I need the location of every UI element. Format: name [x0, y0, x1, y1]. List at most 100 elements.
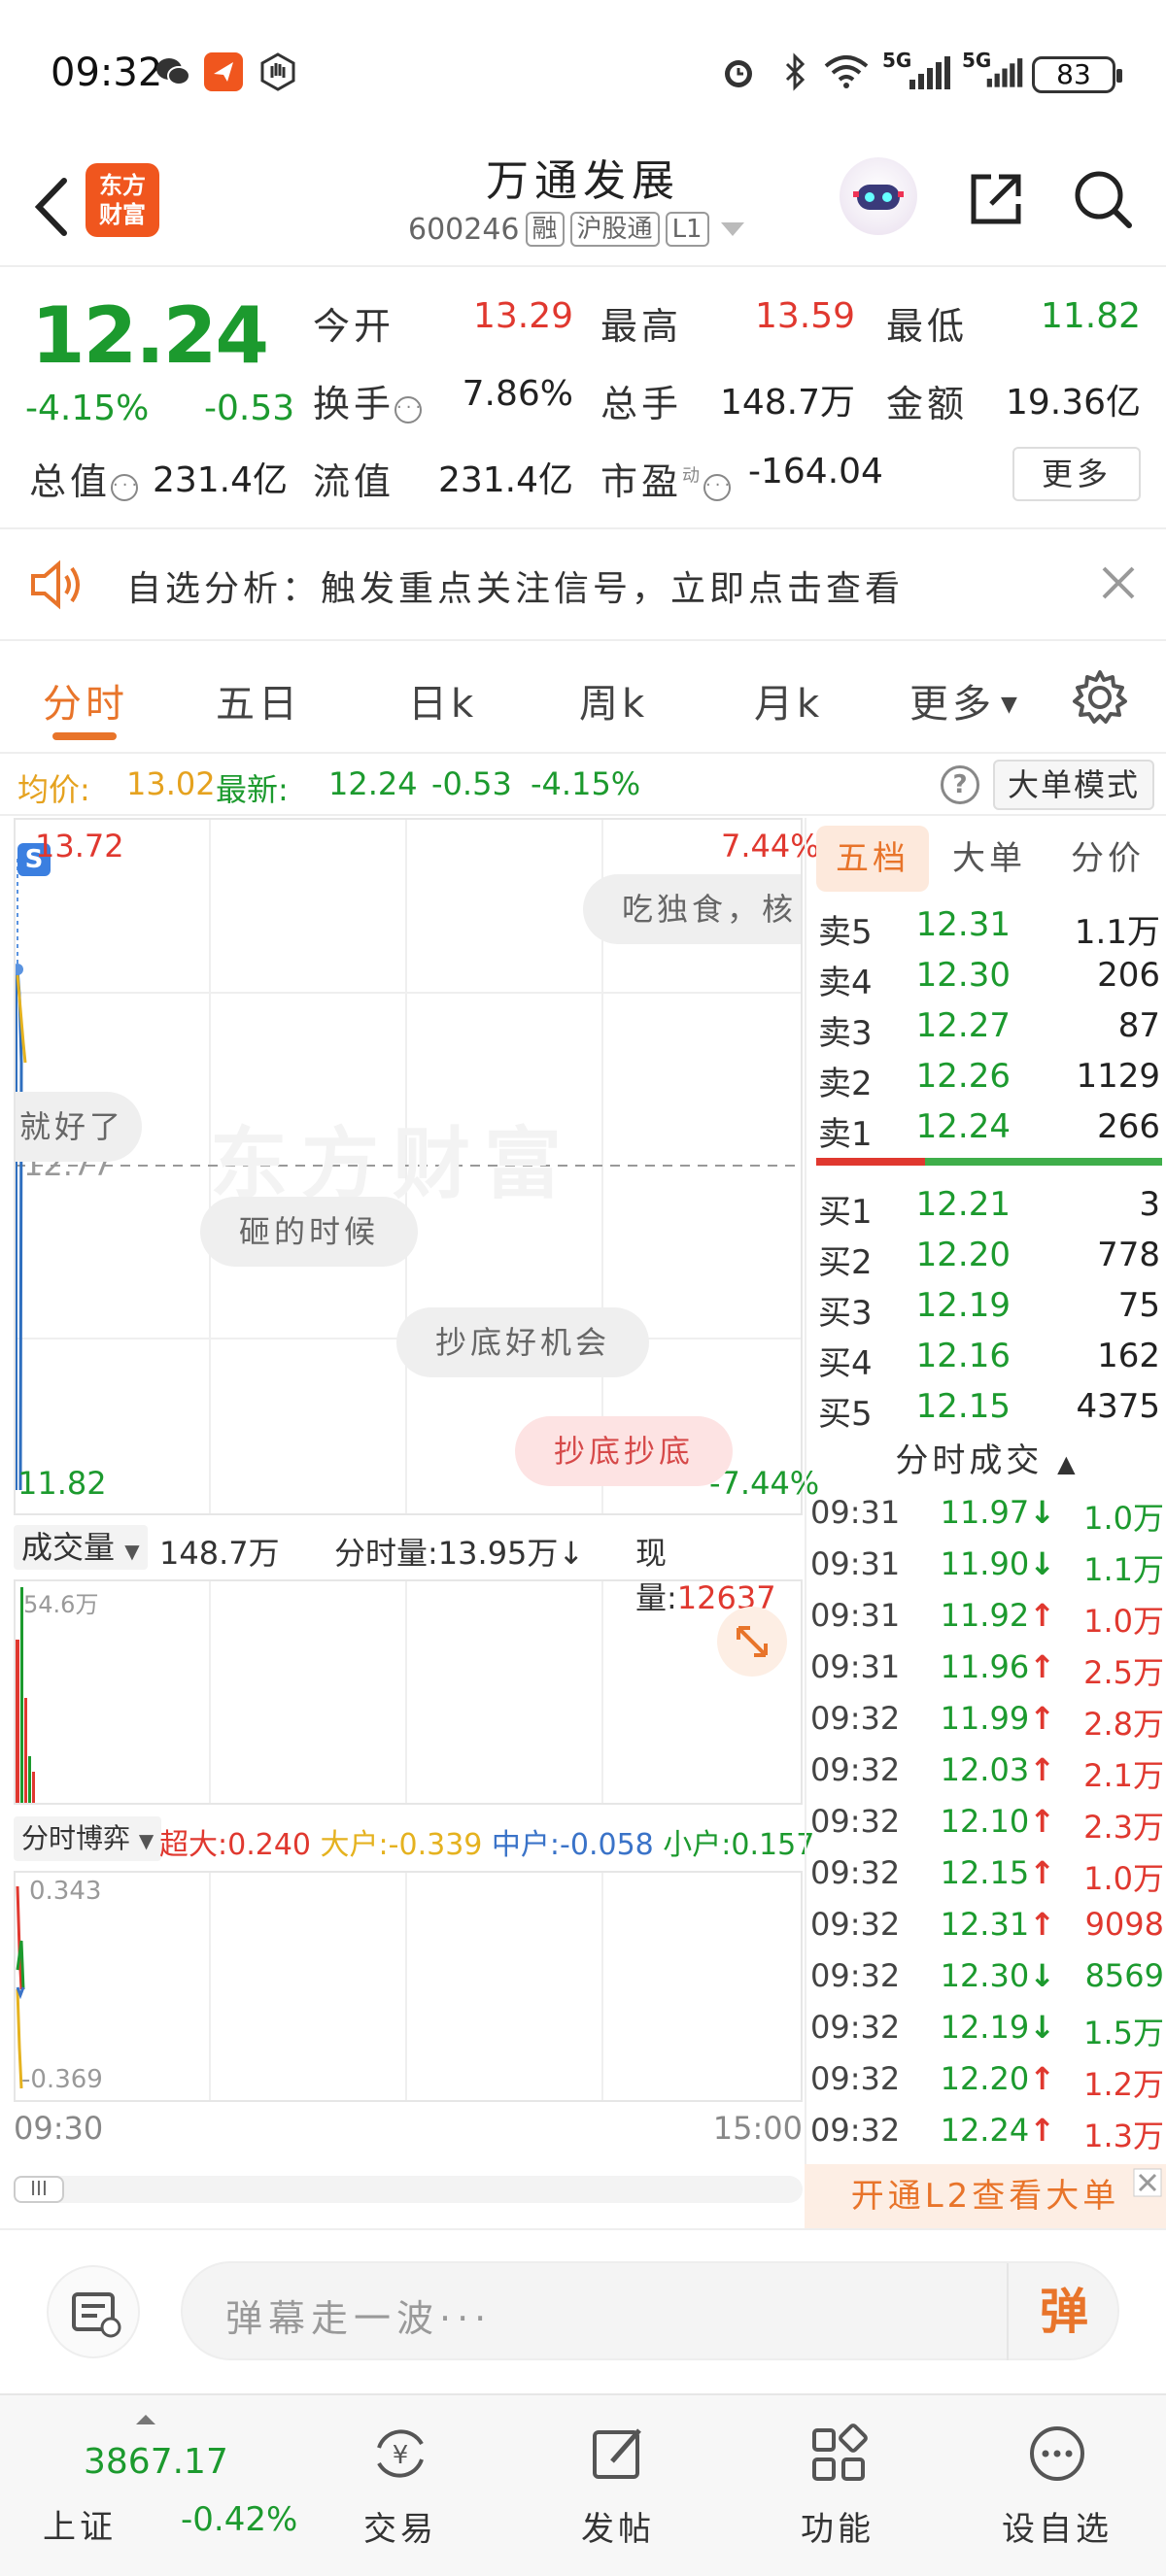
- ask-price: 12.30: [915, 956, 1011, 995]
- tick-list-title[interactable]: 分时成交 ▲: [806, 1434, 1166, 1481]
- tick-price: 11.96↑: [940, 1648, 1055, 1685]
- nav-add-watchlist[interactable]: 设自选: [979, 2395, 1135, 2576]
- tab-weekly-k[interactable]: 周k: [579, 672, 648, 729]
- wechat-icon: [156, 58, 190, 85]
- tick-price: 12.19↓: [940, 2009, 1055, 2046]
- danmu-bubble[interactable]: 抄底抄底: [515, 1416, 734, 1486]
- danmu-bubble[interactable]: 就好了: [16, 1092, 142, 1162]
- chart-scrollbar[interactable]: III: [14, 2176, 803, 2203]
- tab-monthly-k[interactable]: 月k: [754, 672, 823, 729]
- big-order-mode-button[interactable]: 大单模式: [993, 760, 1154, 810]
- help-icon[interactable]: ?: [941, 765, 979, 804]
- ask-row[interactable]: 卖4 12.30 206: [806, 950, 1166, 1002]
- more-fields-button[interactable]: 更多: [1012, 447, 1141, 501]
- latest-percent: -4.15%: [531, 765, 641, 802]
- nav-functions[interactable]: 功能: [760, 2395, 915, 2576]
- tick-price: 12.20↑: [940, 2060, 1055, 2097]
- volume-grid: [16, 1581, 603, 1803]
- active-tab-indicator: [52, 732, 117, 740]
- danmu-bubble[interactable]: 吃独食，核: [583, 874, 801, 944]
- danmu-input[interactable]: 弹幕走一波··· 弹: [181, 2261, 1119, 2360]
- ask-volume: 1129: [1076, 1057, 1160, 1096]
- bid-row[interactable]: 买1 12.21 3: [806, 1179, 1166, 1232]
- logo-line-1: 东方: [99, 172, 146, 199]
- tick-time: 09:32: [810, 1906, 901, 1943]
- notes-button[interactable]: [47, 2265, 140, 2358]
- nav-trade[interactable]: ¥ 交易: [323, 2395, 478, 2576]
- turnover-label[interactable]: 换手 ···: [313, 374, 423, 427]
- share-icon[interactable]: [962, 165, 1030, 233]
- bid-level-label: 买4: [818, 1344, 873, 1383]
- app-logo[interactable]: 东方 财富: [86, 163, 159, 237]
- close-icon[interactable]: [1133, 2168, 1162, 2197]
- ai-assistant-avatar[interactable]: [840, 157, 917, 235]
- tab-big-orders[interactable]: 大单: [935, 826, 1044, 892]
- volume-indicator-select[interactable]: 成交量 ▼: [14, 1525, 148, 1570]
- index-name[interactable]: 上证: [43, 2500, 117, 2548]
- ask-row[interactable]: 卖5 12.31 1.1万: [806, 899, 1166, 952]
- volume-total: 148.7万: [159, 1535, 280, 1572]
- back-button[interactable]: [27, 173, 86, 241]
- ask-row[interactable]: 卖2 12.26 1129: [806, 1051, 1166, 1103]
- close-icon[interactable]: [1098, 562, 1139, 603]
- ask-price: 12.26: [915, 1057, 1011, 1096]
- price-axis-bottom: 11.82: [17, 1465, 107, 1502]
- tick-price: 12.03↑: [940, 1751, 1055, 1788]
- expand-button[interactable]: [717, 1607, 787, 1677]
- tab-more[interactable]: 更多 ▼: [909, 672, 1021, 729]
- nav-post[interactable]: 发帖: [540, 2395, 696, 2576]
- chevron-down-icon: ▼: [138, 1829, 154, 1852]
- market-cap-label[interactable]: 总值 ···: [29, 452, 139, 505]
- dropdown-arrow-icon[interactable]: [720, 222, 744, 236]
- bid-volume: 3: [1139, 1185, 1160, 1224]
- ask-level-label: 卖5: [818, 913, 873, 952]
- ask-price: 12.27: [915, 1006, 1011, 1045]
- bid-row[interactable]: 买2 12.20 778: [806, 1230, 1166, 1282]
- bid-row[interactable]: 买5 12.15 4375: [806, 1381, 1166, 1434]
- bid-row[interactable]: 买4 12.16 162: [806, 1331, 1166, 1383]
- float-cap-label: 流值: [313, 460, 395, 503]
- search-icon[interactable]: [1069, 165, 1137, 233]
- money-flow-chart[interactable]: 0.343 -0.369: [14, 1871, 803, 2102]
- bid-price: 12.19: [915, 1286, 1011, 1325]
- ask-volume: 87: [1117, 1006, 1160, 1045]
- ask-volume: 1.1万: [1074, 913, 1160, 952]
- notice-text[interactable]: 自选分析：触发重点关注信号，立即点击查看: [126, 560, 904, 611]
- avg-price-value: 13.02: [126, 765, 216, 802]
- info-dots-icon[interactable]: ···: [111, 474, 139, 501]
- open-label: 今开: [313, 305, 395, 348]
- ask-row[interactable]: 卖1 12.24 266: [806, 1102, 1166, 1154]
- info-dots-icon[interactable]: ···: [394, 396, 423, 424]
- index-value[interactable]: 3867.17: [84, 2442, 228, 2482]
- intraday-chart[interactable]: 东方财富 S 13.72 12.77 11.82 7.44% -7.44% 吃独…: [14, 818, 820, 1515]
- scrollbar-handle[interactable]: III: [14, 2176, 64, 2203]
- tick-time: 09:31: [810, 1648, 901, 1685]
- tick-time: 09:32: [810, 1854, 901, 1891]
- tab-five-levels[interactable]: 五档: [816, 826, 929, 892]
- l2-upgrade-banner[interactable]: 开通L2查看大单: [805, 2164, 1166, 2228]
- tick-row: 09:32 11.99↑ 2.8万: [806, 1694, 1166, 1746]
- signal-icon-2: [986, 58, 1023, 87]
- alarm-icon: [725, 60, 752, 87]
- notice-bar[interactable]: 自选分析：触发重点关注信号，立即点击查看: [0, 529, 1166, 641]
- info-dots-icon[interactable]: ···: [703, 474, 732, 501]
- danmu-bubble[interactable]: 抄底好机会: [396, 1307, 650, 1377]
- tag-stock-connect: 沪股通: [569, 212, 660, 247]
- bid-row[interactable]: 买3 12.19 75: [806, 1280, 1166, 1333]
- danmu-bubble[interactable]: 砸的时候: [200, 1197, 419, 1267]
- tab-daily-k[interactable]: 日k: [408, 672, 477, 729]
- stock-code-row[interactable]: 600246 融 沪股通 L1: [408, 210, 744, 249]
- ask-row[interactable]: 卖3 12.27 87: [806, 1000, 1166, 1053]
- tab-intraday[interactable]: 分时: [43, 672, 128, 729]
- money-flow-select[interactable]: 分时博弈 ▼: [14, 1816, 162, 1861]
- tab-price-distribution[interactable]: 分价: [1051, 826, 1164, 892]
- wifi-icon: [824, 55, 869, 88]
- pe-label[interactable]: 市盈动 ···: [600, 452, 732, 505]
- volume-chart[interactable]: 54.6万: [14, 1579, 803, 1805]
- tab-five-day[interactable]: 五日: [216, 672, 301, 729]
- tick-volume: 1.2万: [1083, 2066, 1164, 2103]
- tick-row: 09:32 12.03↑ 2.1万: [806, 1746, 1166, 1797]
- danmu-toggle-button[interactable]: 弹: [1007, 2263, 1119, 2360]
- gear-icon[interactable]: [1071, 668, 1129, 727]
- ask-price: 12.24: [915, 1107, 1011, 1146]
